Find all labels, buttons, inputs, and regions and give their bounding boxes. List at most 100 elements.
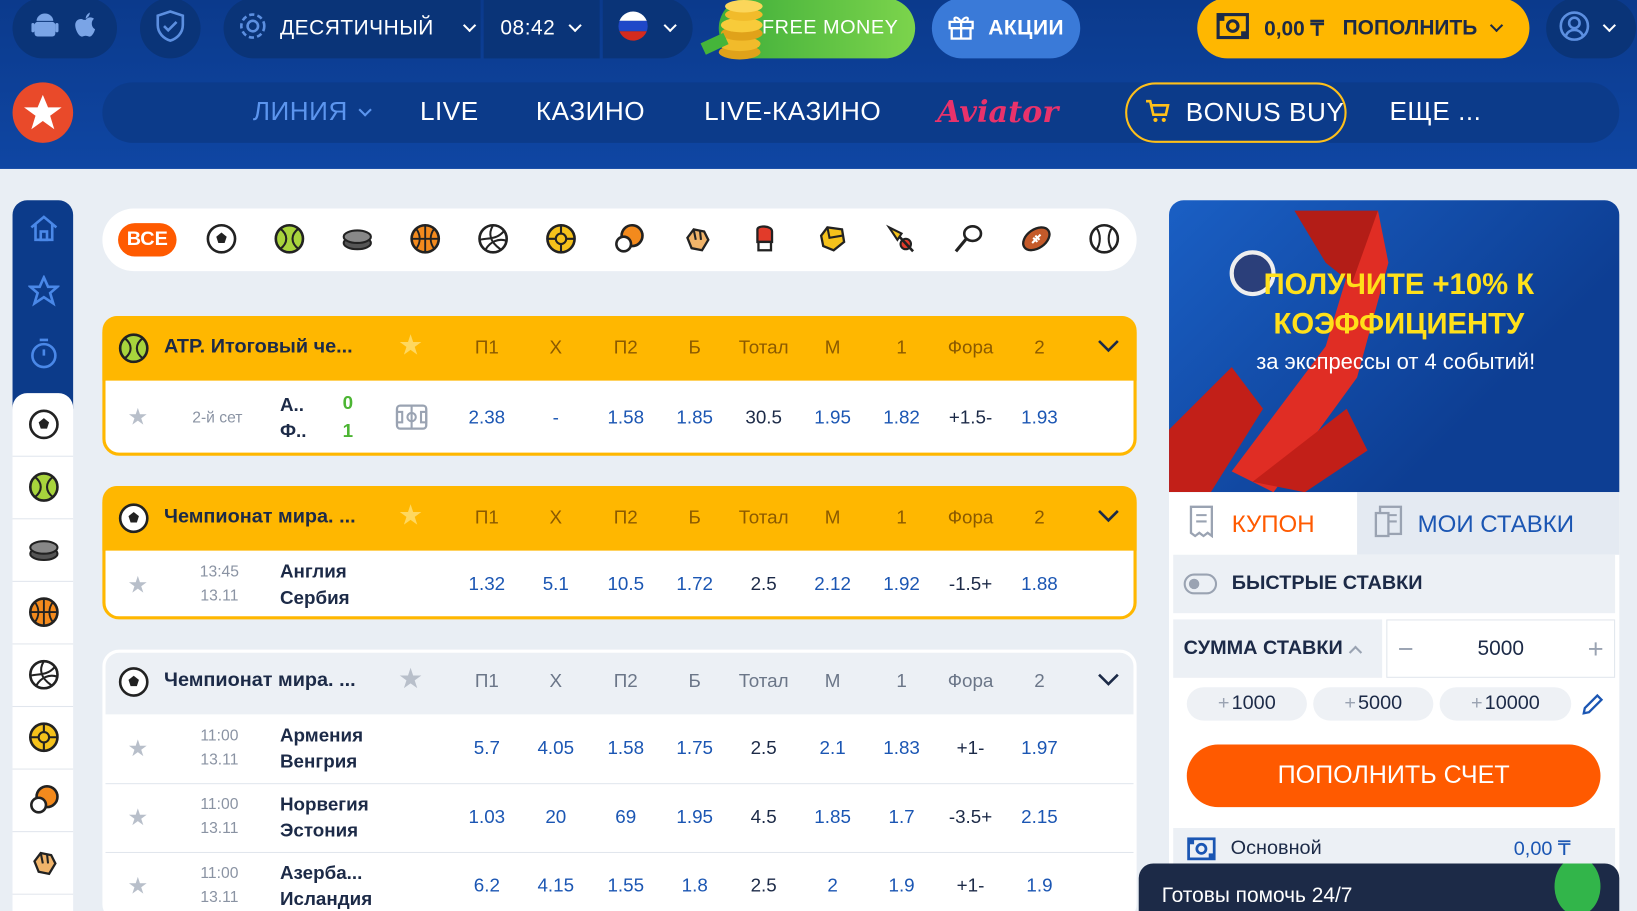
odds-button[interactable]: 1.82 [865,407,938,429]
minus-icon[interactable]: − [1398,632,1414,664]
stake-chip-1000[interactable]: +1000 [1186,687,1307,721]
chevron-down-icon[interactable] [1097,673,1120,693]
baseball-icon[interactable] [1089,223,1120,256]
favorites-icon[interactable] [26,274,61,311]
mma-icon[interactable] [681,223,712,256]
apple-icon[interactable] [73,11,98,45]
odds-button[interactable]: 1.58 [589,737,662,759]
chevron-down-icon[interactable] [1097,509,1120,529]
odds-button[interactable]: 1.03 [450,806,523,828]
team-2[interactable]: Эстония [280,818,358,844]
security-button[interactable] [139,0,201,59]
logo[interactable] [12,82,74,143]
badminton-icon[interactable] [885,223,916,256]
favorite-star-icon[interactable]: ★ [398,330,423,362]
stake-chip-10000[interactable]: +10000 [1439,687,1572,721]
team-2[interactable]: Сербия [280,585,350,611]
odds-button[interactable]: 5.1 [519,574,592,596]
american-football-icon[interactable] [1021,223,1052,256]
nav-aviator[interactable]: Aviator [937,94,1058,129]
apps-pill[interactable] [12,0,118,59]
team-1[interactable]: А.. [280,392,304,418]
chevron-down-icon[interactable] [1097,339,1120,359]
filter-all-button[interactable]: ВСЕ [118,223,177,257]
mma-icon[interactable] [28,847,59,883]
squash-icon[interactable] [953,223,984,256]
star-icon[interactable]: ★ [127,735,148,762]
odds-button[interactable]: 1.9 [865,875,938,897]
odds-button[interactable]: 1.83 [865,737,938,759]
odds-button[interactable]: 2 [796,875,869,897]
odds-button[interactable]: 1.93 [1003,407,1076,429]
nav-live[interactable]: LIVE [420,97,479,127]
team-1[interactable]: Армения [280,723,363,749]
odds-button[interactable]: 1.95 [658,806,731,828]
field-stats-icon[interactable] [395,404,428,436]
odds-button[interactable]: 2.12 [796,574,869,596]
team-2[interactable]: Ф.. [280,418,307,444]
team-1[interactable]: Англия [280,559,347,585]
odds-button[interactable]: 5.7 [450,737,523,759]
stake-value[interactable]: 5000 [1477,637,1523,661]
odds-button[interactable]: 6.2 [450,875,523,897]
tab-my-bets[interactable]: МОИ СТАВКИ [1357,492,1620,555]
team-2[interactable]: Венгрия [280,749,357,775]
nav-bonus-buy[interactable]: BONUS BUY [1125,82,1347,143]
team-1[interactable]: Азерба... [280,860,362,886]
deposit-account-button[interactable]: ПОПОЛНИТЬ СЧЕТ [1186,744,1601,808]
nav-live-casino[interactable]: LIVE-КАЗИНО [704,97,881,127]
star-icon[interactable]: ★ [127,571,148,598]
star-icon[interactable]: ★ [127,804,148,831]
odds-button[interactable]: 1.85 [796,806,869,828]
tab-coupon[interactable]: КУПОН [1169,492,1358,555]
odds-button[interactable]: 1.75 [658,737,731,759]
odds-button[interactable]: 1.8 [658,875,731,897]
volleyball-icon[interactable] [477,223,508,256]
odds-button[interactable]: 1.9 [1003,875,1076,897]
odds-button[interactable]: 1.58 [589,407,662,429]
odds-button[interactable]: 10.5 [589,574,662,596]
nav-line[interactable]: ЛИНИЯ [253,97,372,127]
favorite-star-icon[interactable]: ★ [398,500,423,532]
stake-label-cell[interactable]: СУММА СТАВКИ [1173,619,1383,678]
android-icon[interactable] [31,11,59,45]
football-icon[interactable] [28,409,59,445]
nav-more[interactable]: ЕЩЕ ... [1389,97,1481,127]
plus-icon[interactable]: + [1588,632,1604,664]
odds-button[interactable]: 4.15 [519,875,592,897]
volleyball-icon[interactable] [28,659,59,695]
time-select[interactable]: 08:42 [483,0,600,59]
handball-icon[interactable] [28,722,59,758]
odds-button[interactable]: - [519,407,592,429]
support-chat-bar[interactable]: Готовы помочь 24/7 [1138,863,1620,911]
home-icon[interactable] [28,214,59,248]
team-2[interactable]: Исландия [280,886,372,911]
nav-casino[interactable]: КАЗИНО [536,97,645,127]
quick-bets-toggle[interactable] [1183,573,1218,595]
odds-button[interactable]: 2.15 [1003,806,1076,828]
favorite-star-icon[interactable]: ★ [398,663,423,695]
hockey-icon[interactable] [342,223,373,256]
odds-button[interactable]: 2.1 [796,737,869,759]
odds-format-select[interactable]: ДЕСЯТИЧНЫЙ [223,0,481,59]
odds-button[interactable]: 1.92 [865,574,938,596]
table-tennis-icon[interactable] [28,784,59,820]
odds-button[interactable]: 1.72 [658,574,731,596]
odds-button[interactable]: 4.05 [519,737,592,759]
star-icon[interactable]: ★ [127,873,148,900]
tennis-icon[interactable] [28,471,59,507]
table-tennis-icon[interactable] [613,223,644,256]
hockey-icon[interactable] [28,534,59,570]
promos-button[interactable]: АКЦИИ [931,0,1081,59]
team-1[interactable]: Норвегия [280,791,369,817]
deposit-button[interactable]: 0,00 ₸ ПОПОЛНИТЬ [1197,0,1530,59]
timer-icon[interactable] [28,337,59,376]
odds-button[interactable]: 1.95 [796,407,869,429]
star-icon[interactable]: ★ [127,404,148,431]
odds-button[interactable]: 1.32 [450,574,523,596]
profile-menu[interactable] [1546,0,1637,59]
odds-button[interactable]: 1.85 [658,407,731,429]
odds-button[interactable]: 1.88 [1003,574,1076,596]
martial-arts-icon[interactable] [817,223,848,256]
pencil-icon[interactable] [1581,691,1606,721]
